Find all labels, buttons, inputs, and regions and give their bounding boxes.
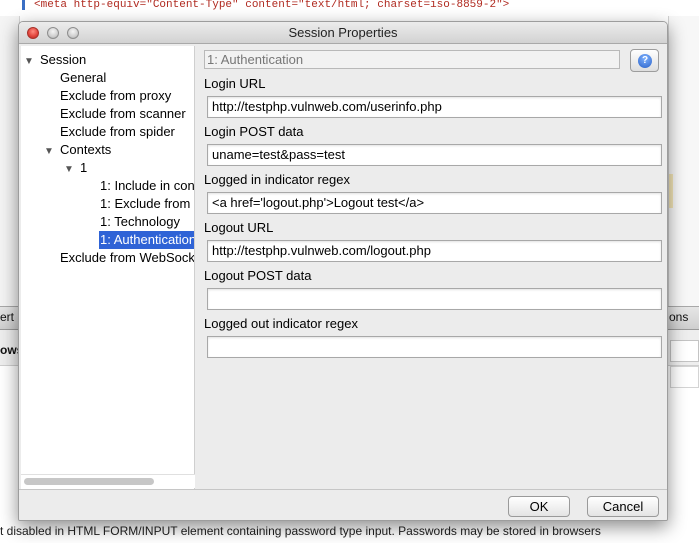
- tree-item-general[interactable]: General: [60, 69, 106, 87]
- help-icon: ?: [638, 54, 652, 68]
- tree-item-exclude-spider[interactable]: Exclude from spider: [60, 123, 175, 141]
- background-row-field-2[interactable]: [670, 366, 699, 388]
- background-tab-right[interactable]: ons: [669, 310, 688, 324]
- tree-item-exclude-context[interactable]: 1: Exclude from context: [100, 195, 194, 213]
- login-url-label: Login URL: [204, 76, 266, 91]
- tree-item-contexts[interactable]: ▼ Contexts: [44, 141, 111, 159]
- help-button[interactable]: ?: [630, 49, 659, 72]
- login-url-input[interactable]: http://testphp.vulnweb.com/userinfo.php: [207, 96, 662, 118]
- background-row-field[interactable]: [670, 340, 699, 362]
- background-code-line: <meta http-equiv="Content-Type" content=…: [0, 0, 699, 16]
- login-post-data-label: Login POST data: [204, 124, 304, 139]
- tree-item-label: Session: [40, 52, 87, 67]
- cancel-button[interactable]: Cancel: [587, 496, 659, 517]
- tree-item-exclude-proxy[interactable]: Exclude from proxy: [60, 87, 171, 105]
- logout-url-input[interactable]: http://testphp.vulnweb.com/logout.php: [207, 240, 662, 262]
- dialog-title: Session Properties: [288, 25, 398, 40]
- logout-post-data-label: Logout POST data: [204, 268, 312, 283]
- background-alert-description: t disabled in HTML FORM/INPUT element co…: [0, 520, 699, 543]
- background-right-panel: [668, 16, 699, 306]
- session-properties-dialog: Session Properties ▼ Session General Excl…: [18, 21, 668, 521]
- background-tab-left[interactable]: ert: [0, 310, 14, 324]
- tree-item-label: Contexts: [60, 142, 112, 157]
- tree-item-context-1[interactable]: ▼ 1: [64, 159, 87, 177]
- expanded-triangle-icon[interactable]: ▼: [44, 143, 60, 161]
- logged-in-regex-label: Logged in indicator regex: [204, 172, 350, 187]
- authentication-panel: 1: Authentication ? Login URL http://tes…: [197, 46, 667, 489]
- tree-item-label: 1: [80, 160, 88, 175]
- logged-out-regex-label: Logged out indicator regex: [204, 316, 358, 331]
- panel-header: 1: Authentication: [204, 50, 620, 69]
- tree-item-session[interactable]: ▼ Session: [24, 51, 86, 69]
- code-text: <meta http-equiv="Content-Type" content=…: [34, 0, 510, 11]
- expanded-triangle-icon[interactable]: ▼: [24, 53, 40, 71]
- dialog-titlebar[interactable]: Session Properties: [19, 22, 667, 44]
- ok-button[interactable]: OK: [508, 496, 570, 517]
- session-tree: ▼ Session General Exclude from proxy Excl…: [21, 46, 195, 489]
- tree-item-exclude-websockets[interactable]: Exclude from WebSockets: [60, 249, 194, 267]
- logout-url-label: Logout URL: [204, 220, 274, 235]
- tree-item-include-context[interactable]: 1: Include in context: [100, 177, 194, 195]
- tree-item-technology[interactable]: 1: Technology: [100, 213, 180, 231]
- tree-horizontal-scrollbar[interactable]: [21, 474, 195, 488]
- logged-in-regex-input[interactable]: <a href='logout.php'>Logout test</a>: [207, 192, 662, 214]
- expanded-triangle-icon[interactable]: ▼: [64, 161, 80, 179]
- logout-post-data-input[interactable]: [207, 288, 662, 310]
- background-editor-gutter: [0, 16, 20, 306]
- login-post-data-input[interactable]: uname=test&pass=test: [207, 144, 662, 166]
- logged-out-regex-input[interactable]: [207, 336, 662, 358]
- tree-item-authentication[interactable]: 1: Authentication: [99, 231, 194, 249]
- scrollbar-thumb[interactable]: [24, 478, 154, 485]
- tree-item-exclude-scanner[interactable]: Exclude from scanner: [60, 105, 186, 123]
- highlight-marker: [669, 174, 673, 208]
- dialog-footer: OK Cancel: [19, 489, 667, 520]
- code-gutter-marker: [22, 0, 25, 10]
